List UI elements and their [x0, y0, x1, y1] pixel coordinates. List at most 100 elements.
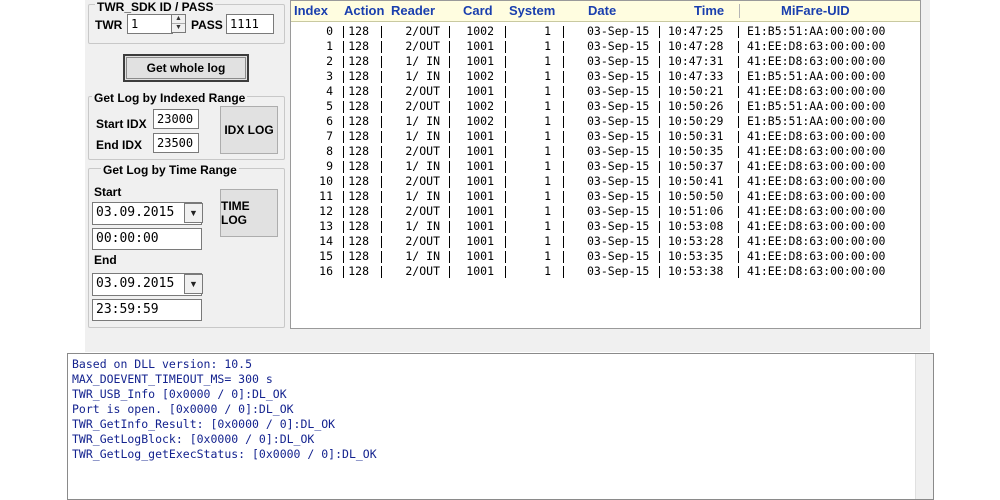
get-whole-log-button[interactable]: Get whole log — [123, 54, 249, 82]
column-separator — [738, 221, 739, 233]
end-time-input[interactable]: 23:59:59 — [92, 299, 202, 321]
table-row[interactable]: 1 128 2/OUT 1001 1 03-Sep-15 10:47:28 41:EE:D8:… — [291, 39, 920, 54]
column-separator — [381, 161, 382, 173]
col-card[interactable]: Card — [463, 3, 493, 18]
table-row[interactable]: 14 128 2/OUT 1001 1 03-Sep-15 10:53:28 41:EE:D8… — [291, 234, 920, 249]
column-separator — [381, 266, 382, 278]
cell-card: 1002 — [466, 99, 494, 113]
column-separator — [505, 191, 506, 203]
time-range-title: Get Log by Time Range — [101, 163, 239, 177]
table-row[interactable]: 4 128 2/OUT 1001 1 03-Sep-15 10:50:21 41:EE:D8:… — [291, 84, 920, 99]
cell-system: 1 — [544, 174, 551, 188]
col-date[interactable]: Date — [588, 3, 616, 18]
column-separator — [738, 101, 739, 113]
column-separator — [738, 131, 739, 143]
log-scrollbar[interactable] — [915, 354, 933, 499]
col-uid[interactable]: MiFare-UID — [781, 3, 850, 18]
cell-action: 128 — [348, 129, 369, 143]
column-separator — [738, 266, 739, 278]
col-system[interactable]: System — [509, 3, 555, 18]
column-separator — [449, 116, 450, 128]
col-index[interactable]: Index — [294, 3, 328, 18]
cell-time: 10:50:21 — [668, 84, 724, 98]
cell-reader: 1/ IN — [405, 159, 440, 173]
cell-action: 128 — [348, 159, 369, 173]
chevron-down-icon[interactable]: ▼ — [184, 203, 203, 223]
cell-action: 128 — [348, 114, 369, 128]
cell-system: 1 — [544, 54, 551, 68]
cell-index: 1 — [326, 39, 333, 53]
cell-time: 10:50:35 — [668, 144, 724, 158]
spin-down-icon[interactable]: ▼ — [172, 24, 185, 32]
cell-index: 2 — [326, 54, 333, 68]
cell-index: 13 — [319, 219, 333, 233]
table-row[interactable]: 13 128 1/ IN 1001 1 03-Sep-15 10:53:08 41:EE:D8… — [291, 219, 920, 234]
table-row[interactable]: 0 128 2/OUT 1002 1 03-Sep-15 10:47:25 E1:B5:51:… — [291, 24, 920, 39]
end-label: End — [94, 253, 117, 267]
table-row[interactable]: 12 128 2/OUT 1001 1 03-Sep-15 10:51:06 41:EE:D8… — [291, 204, 920, 219]
spin-up-icon[interactable]: ▲ — [172, 15, 185, 24]
table-row[interactable]: 7 128 1/ IN 1001 1 03-Sep-15 10:50:31 41:EE:D8:… — [291, 129, 920, 144]
table-row[interactable]: 5 128 2/OUT 1002 1 03-Sep-15 10:50:26 E1:B5:51:… — [291, 99, 920, 114]
log-table[interactable]: Index Action Reader Card System Date Tim… — [290, 0, 921, 329]
message-log[interactable]: Based on DLL version: 10.5 MAX_DOEVENT_TI… — [67, 353, 934, 500]
col-reader[interactable]: Reader — [391, 3, 435, 18]
pass-input[interactable]: 1111 — [226, 14, 274, 34]
cell-time: 10:51:06 — [668, 204, 724, 218]
twr-spin[interactable]: ▲ ▼ — [171, 14, 186, 33]
start-time-input[interactable]: 00:00:00 — [92, 228, 202, 250]
cell-date: 03-Sep-15 — [587, 129, 650, 143]
column-separator — [659, 71, 660, 83]
column-separator — [738, 71, 739, 83]
col-time[interactable]: Time — [694, 3, 724, 18]
table-row[interactable]: 3 128 1/ IN 1002 1 03-Sep-15 10:47:33 E1:B5:51:… — [291, 69, 920, 84]
cell-uid: 41:EE:D8:63:00:00:00 — [747, 84, 886, 98]
cell-card: 1002 — [466, 24, 494, 38]
idx-log-button[interactable]: IDX LOG — [220, 106, 278, 154]
cell-system: 1 — [544, 84, 551, 98]
column-separator — [449, 131, 450, 143]
column-separator — [563, 146, 564, 158]
cell-action: 128 — [348, 249, 369, 263]
column-separator — [659, 206, 660, 218]
column-separator — [343, 101, 344, 113]
cell-time: 10:47:25 — [668, 24, 724, 38]
column-separator — [659, 161, 660, 173]
time-log-button[interactable]: TIME LOG — [220, 189, 278, 237]
log-line: TWR_GetLog_getExecStatus: [0x0000 / 0]:D… — [72, 447, 377, 461]
table-row[interactable]: 16 128 2/OUT 1001 1 03-Sep-15 10:53:38 41:EE:D8… — [291, 264, 920, 279]
cell-uid: E1:B5:51:AA:00:00:00 — [747, 69, 886, 83]
twr-input[interactable]: 1 — [127, 14, 173, 34]
column-separator — [449, 146, 450, 158]
cell-time: 10:53:28 — [668, 234, 724, 248]
end-idx-label: End IDX — [96, 138, 143, 152]
col-action[interactable]: Action — [344, 3, 384, 18]
log-line: TWR_GetInfo_Result: [0x0000 / 0]:DL_OK — [72, 417, 336, 431]
cell-date: 03-Sep-15 — [587, 264, 650, 278]
cell-system: 1 — [544, 204, 551, 218]
table-row[interactable]: 15 128 1/ IN 1001 1 03-Sep-15 10:53:35 41:EE:D8… — [291, 249, 920, 264]
column-separator — [381, 191, 382, 203]
cell-date: 03-Sep-15 — [587, 54, 650, 68]
table-row[interactable]: 2 128 1/ IN 1001 1 03-Sep-15 10:47:31 41:EE:D8:… — [291, 54, 920, 69]
header-divider — [739, 4, 740, 18]
cell-action: 128 — [348, 234, 369, 248]
table-row[interactable]: 8 128 2/OUT 1001 1 03-Sep-15 10:50:35 41:EE:D8:… — [291, 144, 920, 159]
start-idx-input[interactable]: 23000 — [153, 109, 199, 129]
chevron-down-icon[interactable]: ▼ — [184, 274, 203, 294]
column-separator — [659, 191, 660, 203]
table-body: 0 128 2/OUT 1002 1 03-Sep-15 10:47:25 E1:B5:51:… — [291, 24, 920, 279]
cell-date: 03-Sep-15 — [587, 249, 650, 263]
cell-system: 1 — [544, 99, 551, 113]
table-row[interactable]: 6 128 1/ IN 1002 1 03-Sep-15 10:50:29 E1:B5:51:… — [291, 114, 920, 129]
column-separator — [505, 266, 506, 278]
cell-card: 1001 — [466, 129, 494, 143]
column-separator — [343, 221, 344, 233]
table-row[interactable]: 10 128 2/OUT 1001 1 03-Sep-15 10:50:41 41:EE:D8… — [291, 174, 920, 189]
table-row[interactable]: 11 128 1/ IN 1001 1 03-Sep-15 10:50:50 41:EE:D8… — [291, 189, 920, 204]
end-idx-input[interactable]: 23500 — [153, 133, 199, 153]
table-row[interactable]: 9 128 1/ IN 1001 1 03-Sep-15 10:50:37 41:EE:D8:… — [291, 159, 920, 174]
cell-reader: 2/OUT — [405, 144, 440, 158]
column-separator — [343, 191, 344, 203]
column-separator — [563, 206, 564, 218]
